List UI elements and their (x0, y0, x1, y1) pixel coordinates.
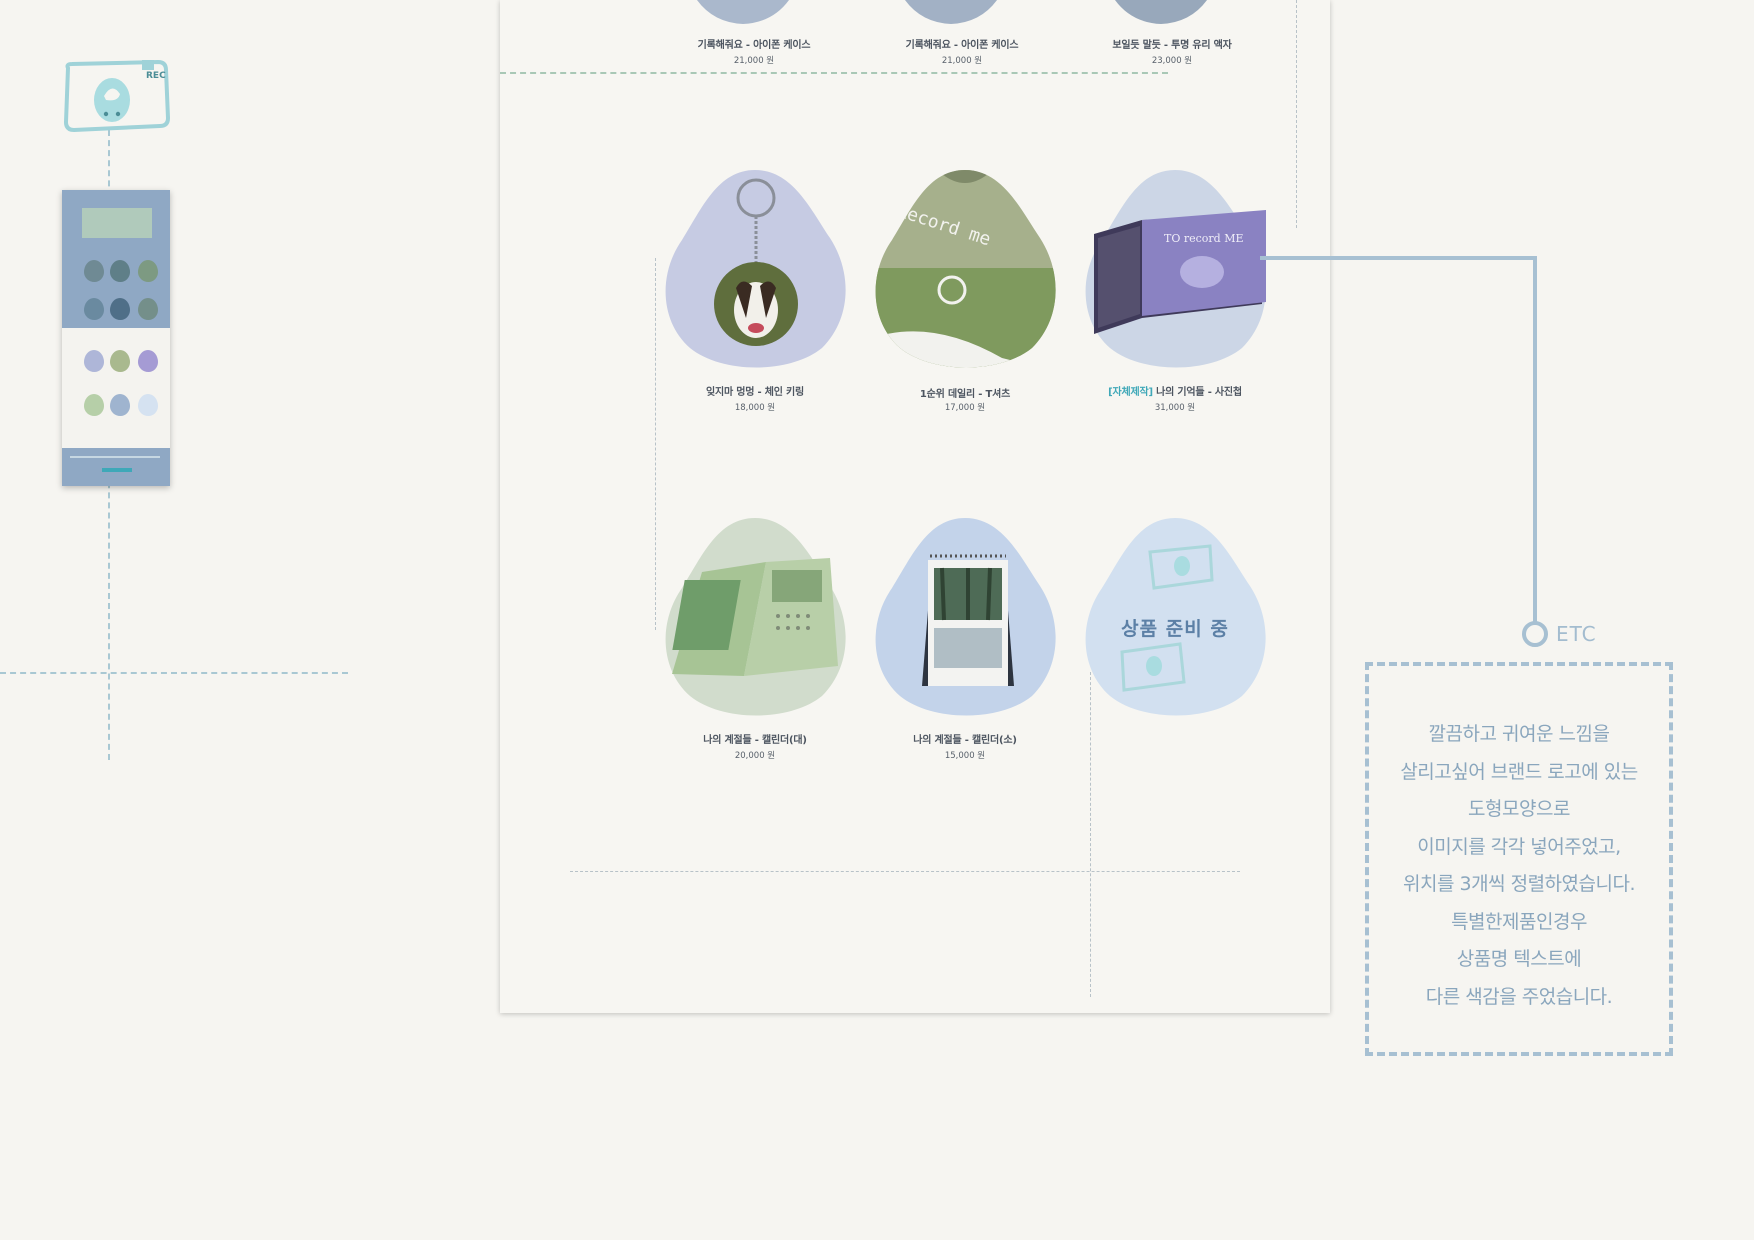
brand-logo-icon: REC (63, 59, 171, 133)
special-product-tag: [자체제작] (1108, 387, 1153, 398)
annotation-line: 특별한제품인경우 (1451, 910, 1587, 933)
annotation-box: 깔끔하고 귀여운 느낌을 살리고싶어 브랜드 로고에 있는 도형모양으로 이미지… (1365, 662, 1673, 1056)
product-name-text: 나의 기억들 - 사진첩 (1156, 387, 1242, 398)
annotation-label: ETC (1556, 622, 1597, 646)
annotation-line: 깔끔하고 귀여운 느낌을 (1428, 723, 1610, 745)
product-page: 기록해줘요 - 아이폰 케이스 21,000 원 기록해줘요 - 아이폰 케이스… (500, 0, 1330, 1013)
annotation-text: 깔끔하고 귀여운 느낌을 살리고싶어 브랜드 로고에 있는 도형모양으로 이미지… (1369, 716, 1669, 1016)
product-name[interactable]: [자체제작] 나의 기억들 - 사진첩 (1065, 383, 1285, 398)
product-price: 18,000 원 (734, 403, 776, 413)
product-image-calendar-large[interactable] (662, 516, 848, 720)
product-price: 15,000 원 (944, 751, 986, 761)
product-name[interactable]: 잊지마 멍멍 - 체인 키링 (645, 383, 865, 398)
annotation-line: 다른 색감을 주었습니다. (1425, 985, 1613, 1008)
product-price: 23,000 원 (1151, 56, 1193, 66)
product-name[interactable]: 기록해줘요 - 아이폰 케이스 (644, 36, 864, 51)
product-price: 20,000 원 (734, 751, 776, 761)
divider-right (1296, 0, 1297, 228)
product-image-keyring[interactable] (662, 168, 848, 372)
product-name[interactable]: 보일듯 말듯 - 투명 유리 액자 (1062, 36, 1282, 51)
divider-bottom-vertical (1090, 672, 1091, 997)
page-minimap (62, 190, 170, 486)
divider-bottom (570, 871, 1240, 872)
product-price: 31,000 원 (1154, 403, 1196, 413)
product-price: 21,000 원 (733, 56, 775, 66)
product-price: 17,000 원 (944, 403, 986, 413)
product-name[interactable]: 1순위 데일리 - T셔츠 (855, 385, 1075, 400)
product-price: 21,000 원 (941, 56, 983, 66)
annotation-line: 살리고싶어 브랜드 로고에 있는 (1400, 760, 1638, 783)
product-name[interactable]: 나의 계절들 - 캘린더(대) (645, 731, 865, 746)
product-image-top-1 (697, 0, 789, 24)
annotation-line: 도형모양으로 (1468, 798, 1570, 820)
product-image-top-2 (905, 0, 997, 24)
annotation-line: 이미지를 각각 넣어주었고, (1417, 835, 1621, 858)
annotation-line: 상품명 텍스트에 (1456, 948, 1582, 970)
product-name[interactable]: 기록해줘요 - 아이폰 케이스 (852, 36, 1072, 51)
annotation-connector (1260, 256, 1548, 647)
svg-text:REC: REC (146, 71, 166, 81)
product-image-calendar-small[interactable] (872, 516, 1058, 720)
divider-left (655, 258, 656, 630)
annotation-line: 위치를 3개씩 정렬하였습니다. (1403, 873, 1635, 895)
product-image-tshirt[interactable]: Record me (872, 168, 1058, 372)
left-guide-horizontal (0, 672, 348, 674)
divider-top (500, 72, 1168, 74)
product-image-top-3 (1115, 0, 1207, 24)
svg-text:TO record ME: TO record ME (1164, 232, 1244, 245)
product-name[interactable]: 나의 계절들 - 캘린더(소) (855, 731, 1075, 746)
product-image-photo-album[interactable]: TO record ME (1082, 168, 1268, 372)
coming-soon-label: 상품 준비 중 (1121, 618, 1229, 640)
